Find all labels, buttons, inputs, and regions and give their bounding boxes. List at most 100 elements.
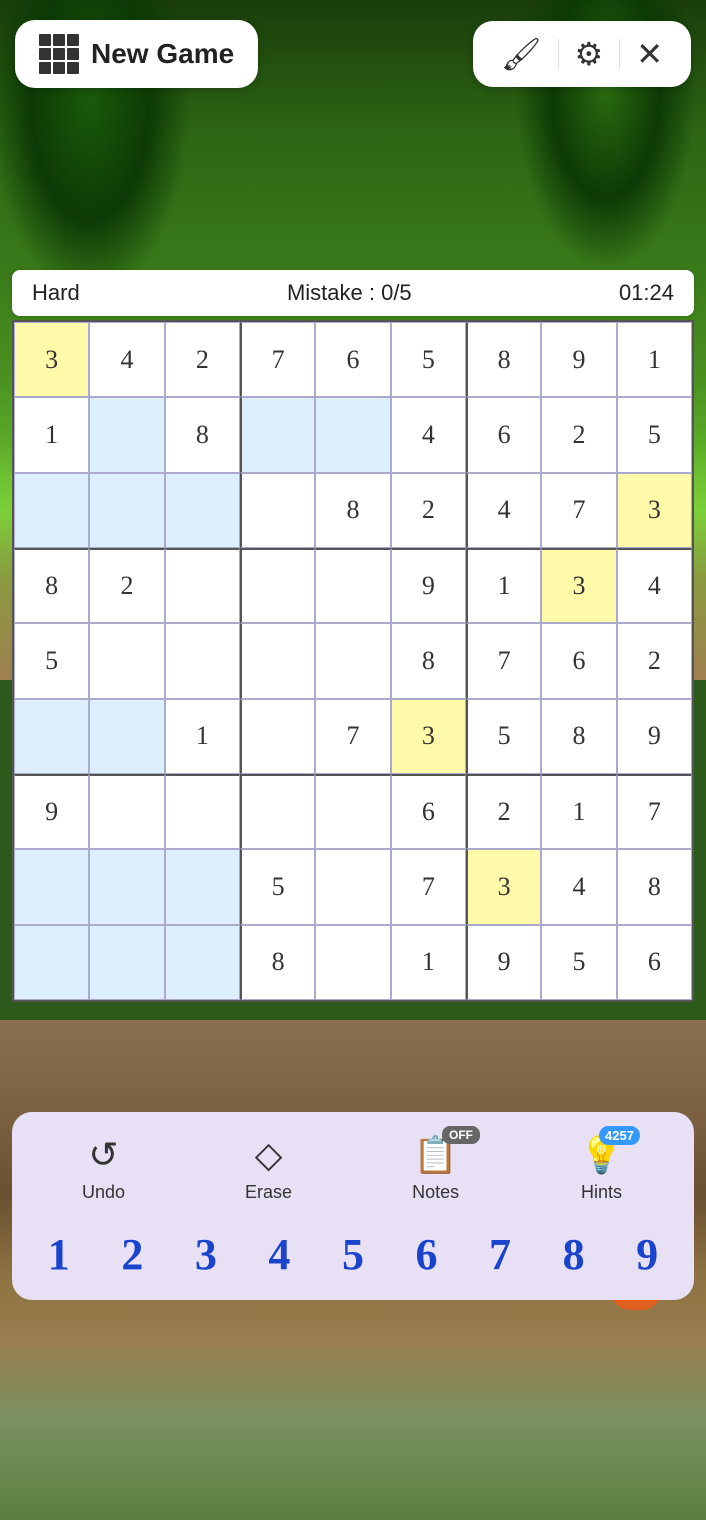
number-pad-btn-5[interactable]: 5	[334, 1225, 372, 1284]
sudoku-cell[interactable]	[89, 397, 164, 472]
number-pad-btn-8[interactable]: 8	[555, 1225, 593, 1284]
sudoku-cell[interactable]	[315, 774, 390, 849]
sudoku-cell[interactable]: 1	[617, 322, 692, 397]
sudoku-cell[interactable]	[315, 849, 390, 924]
paint-brush-icon[interactable]: 🖌	[493, 35, 550, 73]
sudoku-cell[interactable]: 8	[466, 322, 541, 397]
sudoku-cell[interactable]	[240, 473, 315, 548]
sudoku-cell[interactable]: 2	[391, 473, 466, 548]
close-icon[interactable]: ✕	[628, 35, 671, 73]
sudoku-cell[interactable]: 5	[391, 322, 466, 397]
sudoku-cell[interactable]	[165, 548, 240, 623]
sudoku-cell[interactable]: 1	[466, 548, 541, 623]
sudoku-cell[interactable]: 7	[315, 699, 390, 774]
sudoku-cell[interactable]	[89, 473, 164, 548]
sudoku-cell[interactable]: 8	[617, 849, 692, 924]
sudoku-cell[interactable]: 8	[14, 548, 89, 623]
number-pad-btn-7[interactable]: 7	[481, 1225, 519, 1284]
sudoku-cell[interactable]	[315, 548, 390, 623]
sudoku-cell[interactable]	[315, 925, 390, 1000]
sudoku-cell[interactable]: 8	[315, 473, 390, 548]
sudoku-cell[interactable]	[165, 849, 240, 924]
sudoku-cell[interactable]: 3	[391, 699, 466, 774]
sudoku-cell[interactable]	[240, 397, 315, 472]
sudoku-cell[interactable]	[14, 473, 89, 548]
divider	[619, 39, 620, 69]
sudoku-cell[interactable]: 4	[391, 397, 466, 472]
number-pad-btn-9[interactable]: 9	[628, 1225, 666, 1284]
sudoku-cell[interactable]	[165, 623, 240, 698]
sudoku-cell[interactable]: 4	[541, 849, 616, 924]
sudoku-cell[interactable]: 7	[466, 623, 541, 698]
sudoku-cell[interactable]: 3	[541, 548, 616, 623]
sudoku-cell[interactable]: 5	[541, 925, 616, 1000]
sudoku-cell[interactable]	[14, 849, 89, 924]
sudoku-cell[interactable]: 1	[391, 925, 466, 1000]
sudoku-cell[interactable]	[240, 623, 315, 698]
sudoku-cell[interactable]	[315, 397, 390, 472]
sudoku-cell[interactable]: 5	[617, 397, 692, 472]
number-pad-btn-6[interactable]: 6	[408, 1225, 446, 1284]
sudoku-cell[interactable]: 3	[466, 849, 541, 924]
sudoku-cell[interactable]: 1	[165, 699, 240, 774]
sudoku-cell[interactable]: 6	[391, 774, 466, 849]
sudoku-cell[interactable]: 4	[617, 548, 692, 623]
sudoku-cell[interactable]	[89, 925, 164, 1000]
sudoku-cell[interactable]: 2	[617, 623, 692, 698]
sudoku-cell[interactable]: 2	[165, 322, 240, 397]
sudoku-cell[interactable]	[89, 623, 164, 698]
sudoku-cell[interactable]: 6	[541, 623, 616, 698]
sudoku-cell[interactable]: 2	[466, 774, 541, 849]
sudoku-cell[interactable]	[240, 699, 315, 774]
sudoku-cell[interactable]	[89, 774, 164, 849]
sudoku-cell[interactable]: 4	[89, 322, 164, 397]
sudoku-cell[interactable]: 9	[391, 548, 466, 623]
hints-button[interactable]: 💡 4257 Hints	[569, 1128, 634, 1209]
notes-button[interactable]: 📋 OFF Notes	[402, 1128, 469, 1209]
sudoku-cell[interactable]: 8	[391, 623, 466, 698]
number-pad-btn-1[interactable]: 1	[40, 1225, 78, 1284]
number-pad-btn-3[interactable]: 3	[187, 1225, 225, 1284]
settings-icon[interactable]: ⚙	[567, 35, 612, 73]
sudoku-cell[interactable]: 5	[466, 699, 541, 774]
sudoku-cell[interactable]: 8	[240, 925, 315, 1000]
sudoku-cell[interactable]: 7	[240, 322, 315, 397]
sudoku-cell[interactable]: 5	[240, 849, 315, 924]
sudoku-cell[interactable]: 2	[541, 397, 616, 472]
sudoku-cell[interactable]: 6	[617, 925, 692, 1000]
sudoku-cell[interactable]	[165, 774, 240, 849]
sudoku-cell[interactable]: 5	[14, 623, 89, 698]
sudoku-cell[interactable]: 6	[466, 397, 541, 472]
sudoku-cell[interactable]: 1	[14, 397, 89, 472]
sudoku-cell[interactable]: 8	[165, 397, 240, 472]
new-game-button[interactable]: New Game	[15, 20, 258, 88]
sudoku-cell[interactable]	[315, 623, 390, 698]
sudoku-cell[interactable]: 7	[391, 849, 466, 924]
sudoku-cell[interactable]: 8	[541, 699, 616, 774]
sudoku-cell[interactable]	[240, 774, 315, 849]
sudoku-cell[interactable]: 9	[466, 925, 541, 1000]
number-pad-btn-2[interactable]: 2	[113, 1225, 151, 1284]
number-pad-btn-4[interactable]: 4	[260, 1225, 298, 1284]
sudoku-cell[interactable]: 7	[541, 473, 616, 548]
sudoku-cell[interactable]	[14, 699, 89, 774]
sudoku-cell[interactable]	[240, 548, 315, 623]
sudoku-cell[interactable]: 9	[14, 774, 89, 849]
sudoku-cell[interactable]: 9	[541, 322, 616, 397]
sudoku-cell[interactable]	[89, 699, 164, 774]
erase-button[interactable]: ◇ Erase	[235, 1128, 302, 1209]
undo-button[interactable]: ↺ Undo	[72, 1128, 135, 1209]
sudoku-cell[interactable]: 1	[541, 774, 616, 849]
sudoku-cell[interactable]: 9	[617, 699, 692, 774]
sudoku-cell[interactable]: 2	[89, 548, 164, 623]
sudoku-cell[interactable]: 7	[617, 774, 692, 849]
sudoku-cell[interactable]	[165, 925, 240, 1000]
number-pad: 123456789	[22, 1219, 684, 1290]
sudoku-cell[interactable]: 4	[466, 473, 541, 548]
sudoku-cell[interactable]: 3	[617, 473, 692, 548]
sudoku-cell[interactable]: 6	[315, 322, 390, 397]
sudoku-cell[interactable]	[89, 849, 164, 924]
sudoku-cell[interactable]	[14, 925, 89, 1000]
sudoku-cell[interactable]: 3	[14, 322, 89, 397]
sudoku-cell[interactable]	[165, 473, 240, 548]
